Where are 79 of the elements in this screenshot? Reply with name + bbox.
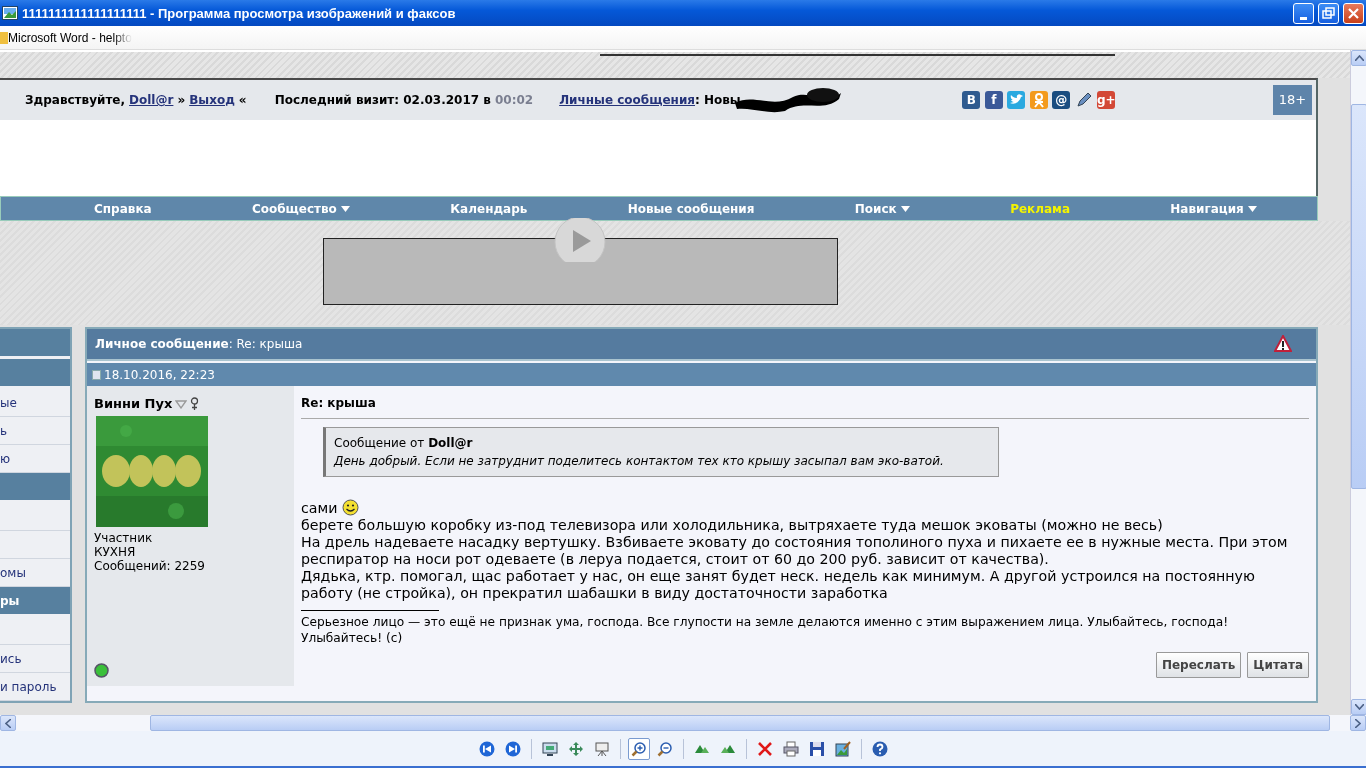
female-icon bbox=[190, 397, 200, 411]
sidebar-link[interactable]: ь bbox=[0, 417, 70, 445]
document-icon bbox=[0, 30, 8, 45]
messages-link[interactable]: Личные сообщения bbox=[559, 91, 695, 109]
messages-status: : Новы bbox=[695, 92, 741, 109]
sidebar-link[interactable]: ые bbox=[0, 389, 70, 417]
print-icon bbox=[782, 740, 799, 757]
scroll-down-icon[interactable] bbox=[1354, 704, 1364, 710]
post-date: 18.10.2016, 22:23 bbox=[104, 366, 215, 384]
nav-link[interactable]: Сообщество bbox=[251, 199, 351, 218]
separator-text: « bbox=[238, 92, 247, 109]
nav-link[interactable]: Новые сообщения bbox=[627, 199, 755, 218]
edit-icon bbox=[834, 740, 851, 757]
previous-icon bbox=[478, 740, 495, 757]
sidebar-header-bar bbox=[0, 473, 70, 500]
nav-link[interactable]: Поиск bbox=[854, 199, 910, 218]
next-icon bbox=[504, 740, 521, 757]
username[interactable]: Винни Пух bbox=[94, 394, 173, 414]
logout-link[interactable]: Выход bbox=[189, 91, 235, 109]
sidebar-link[interactable]: ись bbox=[0, 645, 70, 673]
delete-icon bbox=[756, 740, 773, 757]
share-button[interactable]: g+ bbox=[1097, 91, 1116, 109]
sidebar-header-bar bbox=[0, 329, 70, 356]
last-visit-text: Последний визит: 02.03.2017 в bbox=[274, 92, 491, 109]
separator-text: » bbox=[177, 92, 186, 109]
image-icon bbox=[2, 6, 18, 20]
minimize-icon bbox=[1300, 16, 1307, 20]
share-button[interactable]: @ bbox=[1052, 91, 1071, 109]
triangle-icon bbox=[175, 398, 188, 409]
monitor-icon bbox=[541, 740, 558, 757]
minimize-button[interactable] bbox=[1293, 2, 1314, 24]
sidebar-heading: ры bbox=[0, 587, 70, 614]
video-player[interactable] bbox=[323, 238, 838, 305]
maximize-button[interactable] bbox=[1318, 2, 1339, 24]
scroll-right-icon[interactable] bbox=[1355, 718, 1361, 728]
message-heading: Личное сообщение: Re: крыша bbox=[95, 336, 303, 353]
zoom-out-icon bbox=[656, 740, 673, 757]
window-title: 1111111111111111111 - Программа просмотра изображений и факсов bbox=[22, 5, 457, 21]
post-text: берете большую коробку из-под телевизора или холодильника, вытряхаете туда мешок эковаты (можно не весь) bbox=[301, 517, 1163, 533]
forum-button[interactable]: Цитата bbox=[1247, 652, 1309, 678]
vertical-scrollbar[interactable] bbox=[1350, 50, 1366, 715]
last-visit-time: 00:02 bbox=[494, 92, 534, 109]
close-button[interactable] bbox=[1343, 2, 1364, 24]
greeting-text: Здравствуйте, bbox=[25, 92, 126, 109]
warning-icon[interactable] bbox=[1274, 335, 1292, 353]
quote-text: День добрый. Если не затруднит поделитесь контактом тех кто крышу засыпал вам эко-ватой. bbox=[334, 453, 945, 470]
document-icon bbox=[92, 369, 101, 380]
pencil-icon[interactable] bbox=[1074, 91, 1093, 109]
age-badge: 18+ bbox=[1273, 85, 1312, 115]
post-text: Дядька, ктр. помогал, щас работает у нас, он еще занят будет неск. недель как минимум. А другой устроился на постоянную работу (не стройка), он прекратил шабашки в виду достаточности заработка bbox=[301, 568, 1255, 601]
share-button[interactable]: B bbox=[962, 91, 981, 109]
sidebar-link[interactable]: и пароль bbox=[0, 673, 70, 701]
username-link[interactable]: Doll@r bbox=[129, 91, 174, 109]
post-text: На дрель надеваете насадку вертушку. Взбиваете эковату до состояния тополиного пуха и пихаете ее в нужные места. При этом респиратор на носи рот одеваете (в леруа подается, стоит от 60 до 200 руб. зависит от качества). bbox=[301, 534, 1288, 567]
move-icon bbox=[567, 740, 584, 757]
quote-author: Сообщение от Doll@r bbox=[334, 435, 474, 452]
zoom-in-icon bbox=[630, 740, 647, 757]
sidebar-header-bar bbox=[0, 359, 70, 386]
projector-screen-icon bbox=[593, 740, 610, 757]
maximize-icon bbox=[1320, 4, 1337, 22]
share-button[interactable]: f bbox=[984, 91, 1003, 109]
scroll-left-icon[interactable] bbox=[5, 718, 11, 728]
play-icon[interactable] bbox=[553, 218, 607, 262]
user-location: КУХНЯ bbox=[94, 544, 137, 559]
document-tab[interactable]: Microsoft Word - helpto bbox=[8, 30, 132, 45]
bird-icon[interactable] bbox=[1007, 91, 1026, 109]
user-rank: Участник bbox=[94, 530, 154, 545]
nav-link[interactable]: Справка bbox=[94, 199, 152, 218]
nav-link[interactable]: Навигация bbox=[1170, 199, 1257, 218]
post-count: Сообщений: 2259 bbox=[94, 558, 206, 573]
signature-text: Серьезное лицо — это ещё не признак ума, господа. Все глупости на земле делаются именно с этим выражением лица. Улыбайтесь, господа! Улыбайтесь! (с) bbox=[301, 614, 1230, 646]
scroll-up-icon[interactable] bbox=[1354, 55, 1364, 61]
zoom-in-button[interactable] bbox=[627, 737, 650, 760]
post-title: Re: крыша bbox=[301, 394, 1309, 419]
post-text: сами bbox=[301, 500, 338, 516]
help-icon bbox=[871, 740, 888, 757]
forum-button[interactable]: Переслать bbox=[1155, 652, 1242, 678]
scroll-thumb[interactable] bbox=[1351, 104, 1366, 489]
nav-link[interactable]: Календарь bbox=[450, 199, 528, 218]
